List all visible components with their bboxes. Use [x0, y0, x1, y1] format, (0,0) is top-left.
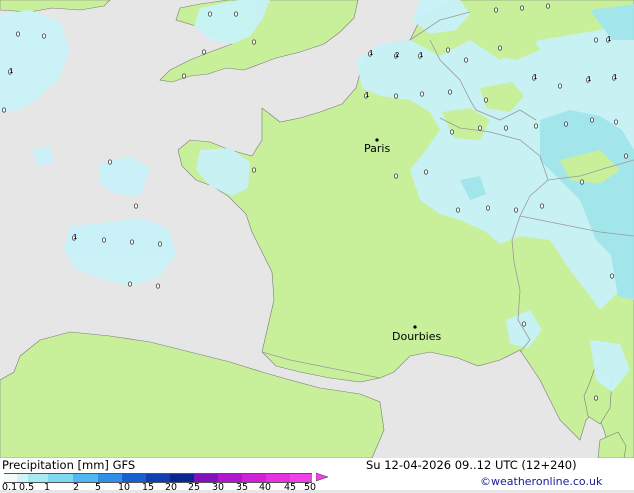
precip-value-dot	[464, 57, 468, 63]
precip-value-label: 1	[365, 91, 370, 99]
scale-tick-label: 5	[95, 482, 102, 493]
precip-value-dot	[446, 47, 450, 53]
precip-value-dot	[182, 73, 186, 79]
precip-value-dot	[564, 121, 568, 127]
scale-tick-label: 20	[165, 482, 178, 493]
precip-value-dot	[614, 119, 618, 125]
precip-value-dot	[108, 159, 112, 165]
precip-value-dot	[420, 91, 424, 97]
scale-arrow-icon	[316, 472, 329, 482]
precip-value-dot	[478, 125, 482, 131]
precip-value-label: 1	[607, 35, 612, 43]
precip-value-dot	[130, 239, 134, 245]
precip-value-label: 2	[395, 51, 400, 59]
scale-tick-label: 0.1	[2, 482, 18, 493]
scale-tick-label: 40	[259, 482, 272, 493]
precip-value-dot	[234, 11, 238, 17]
city-label-dourbies: Dourbies	[392, 330, 442, 343]
scale-tick-label: 45	[284, 482, 297, 493]
precip-value-dot	[534, 123, 538, 129]
city-label-paris: Paris	[364, 142, 391, 155]
precip-value-dot	[546, 3, 550, 9]
precip-value-dot	[456, 207, 460, 213]
precip-value-dot	[610, 273, 614, 279]
scale-tick-label: 25	[188, 482, 201, 493]
scale-swatch	[48, 473, 73, 483]
scale-tick-label: 1	[44, 482, 51, 493]
copyright-text: ©weatheronline.co.uk	[480, 475, 603, 488]
precip-value-dot	[128, 281, 132, 287]
precip-value-dot	[158, 241, 162, 247]
precip-value-dot	[208, 11, 212, 17]
precip-value-dot	[580, 179, 584, 185]
precip-value-dot	[134, 203, 138, 209]
scale-tick-label: 15	[142, 482, 155, 493]
precip-value-dot	[486, 205, 490, 211]
legend-title: Precipitation [mm] GFS	[2, 458, 136, 472]
precip-value-dot	[424, 169, 428, 175]
precip-value-dot	[16, 31, 20, 37]
precip-value-label: 1	[533, 73, 538, 81]
precip-value-dot	[594, 395, 598, 401]
precip-value-dot	[498, 45, 502, 51]
scale-tick-label: 30	[212, 482, 225, 493]
precip-value-dot	[484, 97, 488, 103]
precip-value-dot	[494, 7, 498, 13]
scale-tick-label: 10	[118, 482, 131, 493]
precip-value-dot	[252, 167, 256, 173]
precip-value-dot	[202, 49, 206, 55]
precip-value-dot	[514, 207, 518, 213]
precip-value-dot	[540, 203, 544, 209]
precip-value-dot	[252, 39, 256, 45]
precip-value-dot	[156, 283, 160, 289]
precip-value-dot	[448, 89, 452, 95]
scale-tick-label: 2	[73, 482, 80, 493]
precip-value-label: 1	[9, 67, 14, 75]
precip-value-dot	[522, 321, 526, 327]
precip-value-dot	[42, 33, 46, 39]
precip-value-dot	[102, 237, 106, 243]
precip-value-dot	[450, 129, 454, 135]
precip-value-label: 1	[419, 51, 424, 59]
precip-value-dot	[558, 83, 562, 89]
scale-tick-label: 35	[236, 482, 249, 493]
precip-value-dot	[624, 153, 628, 159]
precip-value-dot	[520, 5, 524, 11]
legend-datetime: Su 12-04-2026 09..12 UTC (12+240)	[366, 458, 577, 472]
dourbies-marker	[413, 325, 417, 329]
precip-value-dot	[394, 93, 398, 99]
precipitation-map	[0, 0, 634, 458]
precip-value-dot	[394, 173, 398, 179]
precip-value-label: 1	[369, 49, 374, 57]
precip-value-dot	[504, 125, 508, 131]
precip-value-dot	[594, 37, 598, 43]
scale-tick-label: 0.5	[19, 482, 35, 493]
precip-value-label: 1	[587, 75, 592, 83]
scale-tick-label: 50	[304, 482, 317, 493]
precip-value-dot	[2, 107, 6, 113]
precip-value-dot	[590, 117, 594, 123]
precip-value-label: 1	[73, 233, 78, 241]
precip-value-label: 1	[613, 73, 618, 81]
